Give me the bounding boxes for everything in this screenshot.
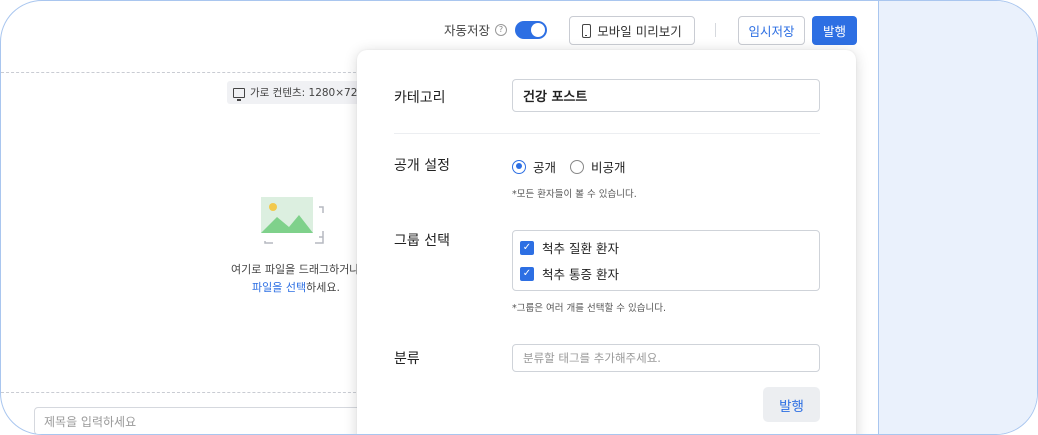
panel-publish-button[interactable]: 발행 (763, 387, 820, 422)
mobile-preview-label: 모바일 미리보기 (597, 24, 682, 39)
mobile-preview-button[interactable]: 모바일 미리보기 (569, 16, 695, 45)
select-file-link[interactable]: 파일을 선택 (252, 281, 306, 294)
visibility-label: 공개 설정 (394, 158, 450, 174)
content-size-label: 가로 컨텐츠: 1280×720 (250, 87, 365, 99)
visibility-radio-group: 공개 비공개 (512, 157, 626, 176)
save-draft-button[interactable]: 임시저장 (738, 16, 805, 45)
radio-public[interactable] (512, 159, 526, 174)
canvas-top-border (1, 72, 361, 73)
upload-instructions: 여기로 파일을 드래그하거나 파일을 선택하세요. (231, 261, 361, 297)
visibility-note: *모든 환자들이 볼 수 있습니다. (512, 189, 637, 200)
upload-line-1: 여기로 파일을 드래그하거나 (231, 263, 360, 276)
group-option-label: 척추 통증 환자 (542, 267, 619, 282)
upload-suffix: 하세요. (306, 281, 340, 294)
autosave-control: 자동저장 ? (444, 20, 548, 39)
tags-input[interactable]: 분류할 태그를 추가해주세요. (512, 344, 820, 372)
panel-divider (394, 133, 820, 134)
app-frame: 자동저장 ? 모바일 미리보기 임시저장 발행 가로 컨텐츠: 1280×720… (0, 0, 1038, 435)
toggle-knob (531, 22, 546, 37)
group-label: 그룹 선택 (394, 233, 450, 249)
mobile-phone-icon (582, 23, 592, 38)
radio-private[interactable] (570, 159, 585, 174)
publish-settings-panel: 카테고리 건강 포스트 공개 설정 공개 비공개 *모든 환자들이 볼 수 있습… (357, 50, 856, 434)
side-panel (878, 1, 1037, 434)
help-icon[interactable]: ? (495, 23, 508, 36)
upload-line-2: 파일을 선택하세요. (231, 279, 361, 297)
category-select[interactable]: 건강 포스트 (512, 79, 820, 112)
group-option-label: 척추 질환 환자 (542, 241, 619, 256)
checkbox-checked-icon[interactable]: ✓ (520, 266, 534, 281)
radio-private-label[interactable]: 비공개 (591, 157, 626, 176)
autosave-label: 자동저장 (444, 23, 491, 38)
publish-button[interactable]: 발행 (812, 16, 857, 45)
autosave-toggle[interactable] (515, 20, 548, 39)
group-option[interactable]: ✓ 척추 질환 환자 (520, 238, 819, 257)
group-checkbox-list: ✓ 척추 질환 환자 ✓ 척추 통증 환자 (512, 230, 820, 291)
checkbox-checked-icon[interactable]: ✓ (520, 240, 534, 255)
group-note: *그룹은 여러 개를 선택할 수 있습니다. (512, 303, 666, 314)
image-upload-icon[interactable] (259, 195, 325, 245)
toolbar-divider (715, 23, 716, 37)
tags-label: 분류 (394, 351, 420, 367)
content-size-badge: 가로 컨텐츠: 1280×720 (227, 81, 367, 104)
sun-icon (269, 203, 277, 211)
title-input[interactable]: 제목을 입력하세요 (34, 407, 364, 434)
radio-public-label[interactable]: 공개 (533, 157, 556, 176)
group-option[interactable]: ✓ 척추 통증 환자 (520, 264, 819, 283)
category-label: 카테고리 (394, 90, 446, 106)
monitor-icon (233, 87, 245, 101)
canvas-bottom-border (1, 392, 361, 393)
